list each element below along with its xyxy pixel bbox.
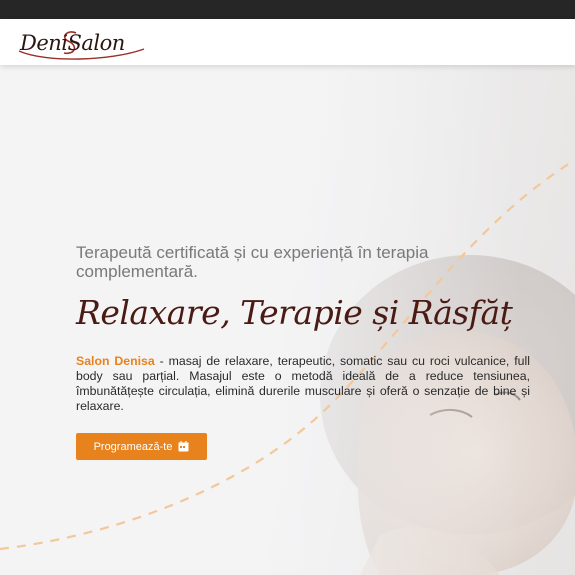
hero-headline: Relaxare, Terapie și Răsfăț — [76, 293, 513, 332]
browser-top-bar — [0, 0, 575, 19]
hero-description: Salon Denisa - masaj de relaxare, terape… — [76, 354, 530, 414]
hero-section: Terapeută certificată și cu experiență î… — [0, 65, 575, 575]
book-appointment-button[interactable]: Programează-te — [76, 433, 207, 460]
brand-name: Salon Denisa — [76, 354, 155, 368]
site-header: DeniSalon — [0, 19, 575, 65]
cta-label: Programează-te — [93, 440, 173, 453]
calendar-icon — [178, 441, 189, 452]
site-logo[interactable]: DeniSalon — [16, 27, 148, 61]
logo-text: DeniSalon — [20, 31, 125, 55]
hero-subtitle: Terapeută certificată și cu experiență î… — [76, 243, 429, 281]
